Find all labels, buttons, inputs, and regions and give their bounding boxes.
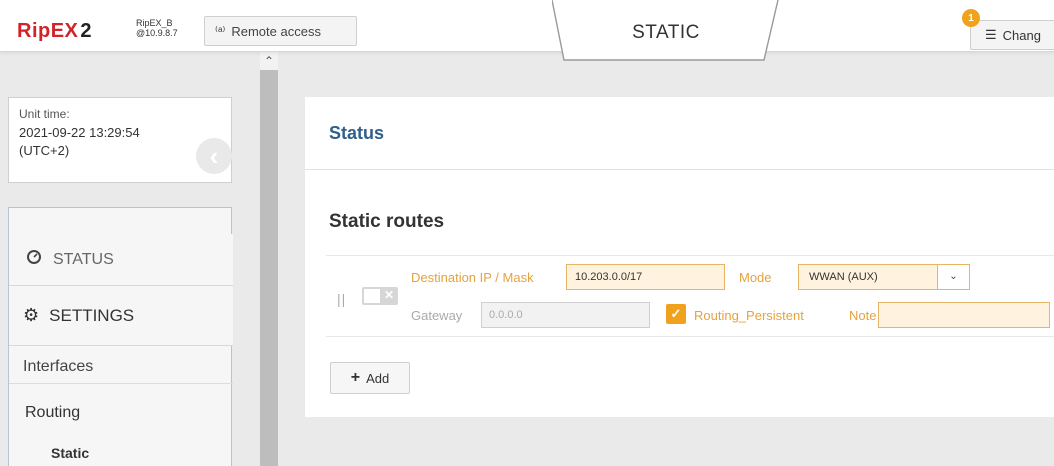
sidebar-item-label: Static [51,445,90,461]
top-bar: RipEX 2 RipEX_B @10.9.8.7 ⁽ᵃ⁾ Remote acce… [0,0,1054,52]
sidebar-item-settings[interactable]: ⚙ SETTINGS [9,286,233,346]
remote-access-label: Remote access [231,23,321,39]
changes-count-badge: 1 [962,9,980,27]
mode-select[interactable]: WWAN (AUX) ⌄ [798,264,970,290]
routing-persistent-label: Routing_Persistent [694,308,804,323]
device-name: RipEX_B [136,18,173,28]
add-label: Add [366,370,390,386]
main-panel: Status Static routes || ✕ Destination IP… [305,97,1054,417]
status-title[interactable]: Status [329,123,384,144]
divider [305,169,1054,170]
device-ip: @10.9.8.7 [136,28,178,38]
static-routes-title: Static routes [329,211,445,232]
gateway-label: Gateway [411,308,463,323]
destination-label: Destination IP / Mask [411,270,534,285]
sidebar-item-label: Interfaces [23,357,94,375]
sidebar-item-status[interactable]: STATUS [9,234,233,286]
unit-time-zone: (UTC+2) [19,143,70,158]
sidebar-scrollbar[interactable]: ⌃ [260,52,278,466]
sidebar-menu: STATUS ⚙ SETTINGS Interfaces Routing Sta… [8,207,233,466]
changes-button[interactable]: ☰ Chang [970,20,1054,50]
plus-icon: + [350,369,361,386]
cogs-icon: ⚙ [23,305,40,325]
mode-tab-label: STATIC [632,22,700,43]
mode-label: Mode [739,270,772,285]
close-icon: ✕ [383,288,394,302]
mode-tab-static: STATIC [552,0,780,61]
ripex-logo: RipEX 2 [17,20,93,42]
changes-label: Chang [1002,27,1041,43]
gateway-input[interactable]: 0.0.0.0 [481,302,650,328]
note-input[interactable] [878,302,1050,328]
antenna-icon: ⁽ᵃ⁾ [215,24,226,38]
route-enable-toggle[interactable]: ✕ [362,287,398,305]
sidebar-item-label: Routing [25,404,81,421]
sidebar-item-label: SETTINGS [49,305,135,325]
sidebar-item-label: STATUS [53,250,114,268]
sidebar-item-static[interactable]: Static [9,440,233,466]
collapse-sidebar-icon[interactable]: ‹ [196,138,232,174]
sidebar-item-routing[interactable]: Routing [9,398,233,428]
toggle-knob [364,289,380,303]
routing-persistent-checkbox[interactable]: ✓ [666,304,686,324]
gauge-icon [27,250,41,269]
sidebar-item-interfaces[interactable]: Interfaces [9,350,233,384]
static-route-row: || ✕ Destination IP / Mask 10.203.0.0/17… [326,255,1054,337]
destination-input[interactable]: 10.203.0.0/17 [566,264,725,290]
mode-selected-value: WWAN (AUX) [809,271,878,283]
remote-access-button[interactable]: ⁽ᵃ⁾ Remote access [204,16,357,46]
unit-time-value: 2021-09-22 13:29:54 [19,125,140,140]
add-route-button[interactable]: + Add [330,362,410,394]
scroll-up-icon[interactable]: ⌃ [260,52,278,70]
device-info: RipEX_B @10.9.8.7 [136,18,178,38]
unit-time-panel: Unit time: 2021-09-22 13:29:54 (UTC+2) [8,97,232,183]
note-label: Note [849,308,877,323]
drag-handle-icon[interactable]: || [337,291,346,307]
chevron-down-icon[interactable]: ⌄ [937,265,969,289]
unit-time-label: Unit time: [19,107,70,121]
list-icon: ☰ [985,27,997,42]
